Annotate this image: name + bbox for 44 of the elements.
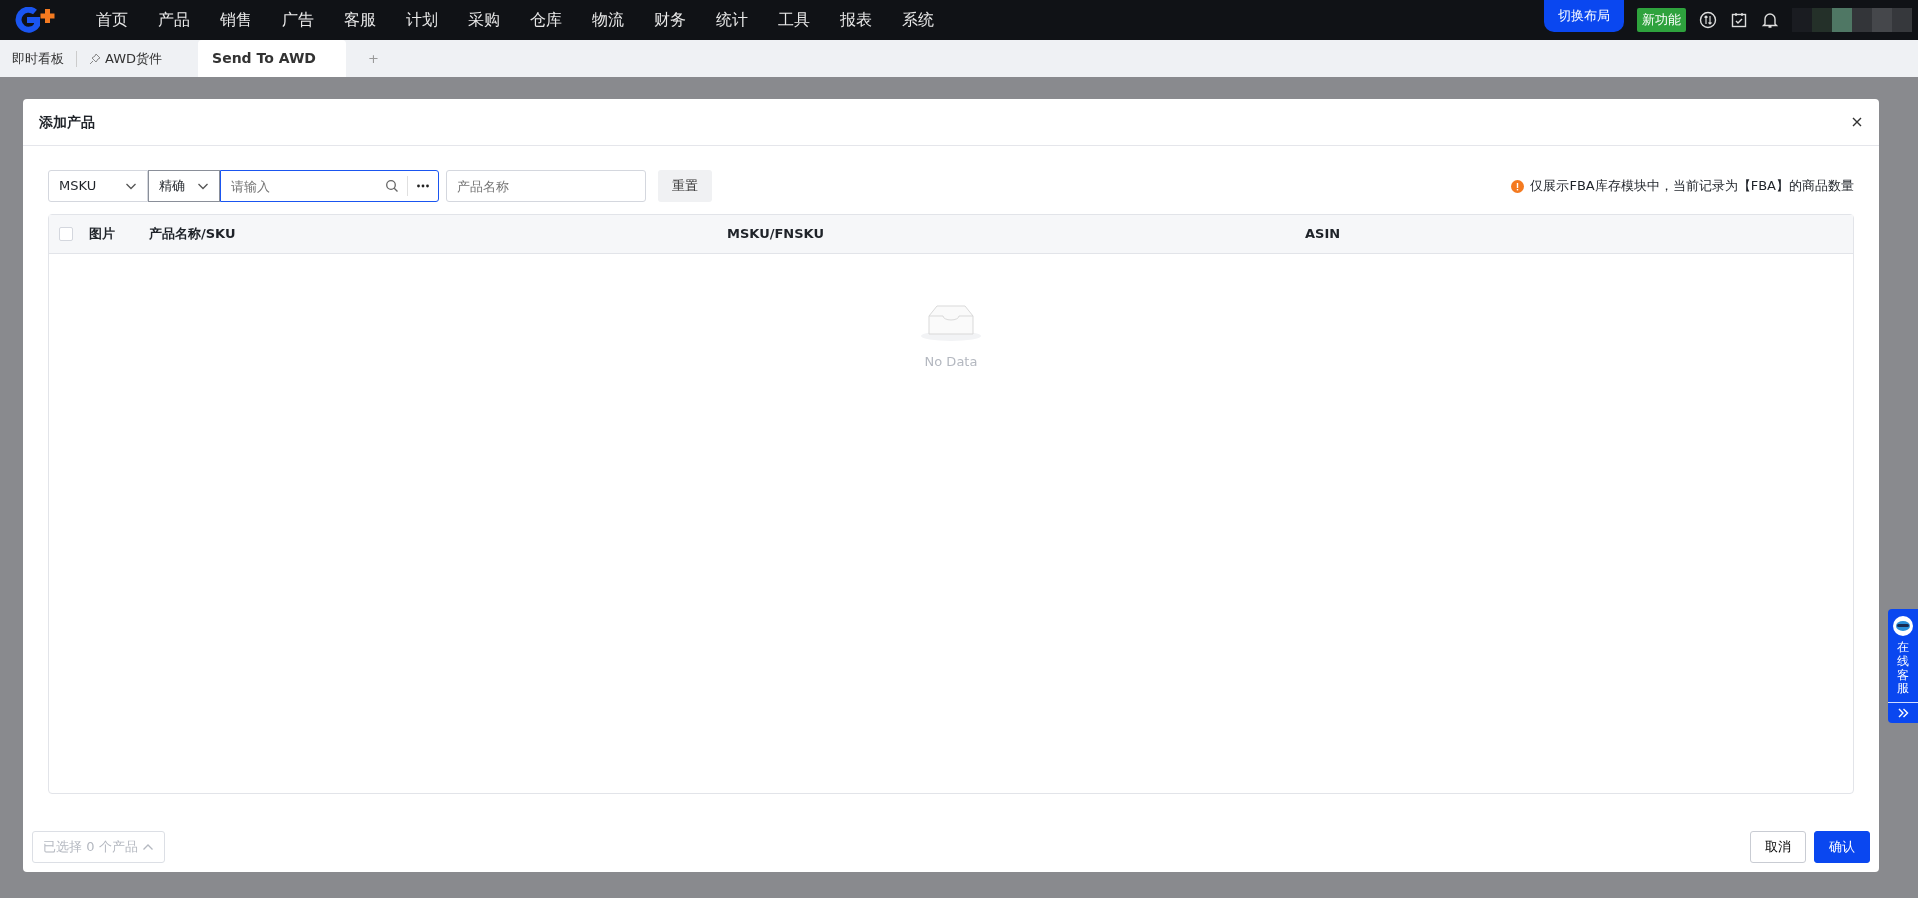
nav-menu-item[interactable]: 报表 xyxy=(840,8,872,32)
nav-menu-item[interactable]: 销售 xyxy=(220,8,252,32)
select-all-checkbox[interactable] xyxy=(59,227,73,241)
page-tab[interactable]: AWD货件 xyxy=(77,40,175,77)
support-label: 在线客服 xyxy=(1897,641,1909,697)
cancel-button[interactable]: 取消 xyxy=(1750,831,1806,863)
nav-menu-item[interactable]: 广告 xyxy=(282,8,314,32)
column-header: 图片 xyxy=(89,226,115,242)
nav-menu-item[interactable]: 财务 xyxy=(654,8,686,32)
close-icon[interactable] xyxy=(1851,116,1863,128)
support-widget[interactable]: 在线客服 xyxy=(1888,609,1918,724)
page-tab[interactable]: 即时看板 xyxy=(0,40,76,77)
nav-menu-item[interactable]: 物流 xyxy=(592,8,624,32)
search-field[interactable]: 请输入 xyxy=(220,170,439,202)
nav-menu-item[interactable]: 系统 xyxy=(902,8,934,32)
nav-menu-item[interactable]: 统计 xyxy=(716,8,748,32)
notice-text: 仅展示FBA库存模块中，当前记录为【FBA】的商品数量 xyxy=(1530,177,1854,196)
nav-menu-item[interactable]: 仓库 xyxy=(530,8,562,32)
empty-box-icon xyxy=(919,302,983,342)
column-header: ASIN xyxy=(1305,226,1341,242)
nav-menu-item[interactable]: 采购 xyxy=(468,8,500,32)
bell-icon[interactable] xyxy=(1760,11,1779,29)
select-field[interactable]: 精确 xyxy=(148,170,220,202)
dialog-title: 添加产品 xyxy=(39,112,95,132)
calendar-check-icon[interactable] xyxy=(1729,11,1748,29)
column-header: 产品名称/SKU xyxy=(149,226,236,242)
column-header: MSKU/FNSKU xyxy=(727,226,824,242)
search-icon xyxy=(385,179,399,193)
layout-switch-button[interactable]: 切换布局 xyxy=(1543,0,1624,32)
page-tab[interactable]: Send To AWD xyxy=(198,40,347,77)
nav-menu-item[interactable]: 工具 xyxy=(778,8,810,32)
nav-menu-item[interactable]: 首页 xyxy=(96,8,128,32)
nav-menu-item[interactable]: 客服 xyxy=(344,8,376,32)
nav-menu-item[interactable]: 产品 xyxy=(158,8,190,32)
pin-icon xyxy=(89,52,101,65)
product-name-field[interactable]: 产品名称 xyxy=(445,170,646,202)
empty-state-text: No Data xyxy=(924,353,978,371)
nav-menu-item[interactable]: 计划 xyxy=(406,8,438,32)
select-field[interactable]: MSKU xyxy=(48,170,148,202)
warning-icon xyxy=(1510,179,1524,193)
confirm-button[interactable]: 确认 xyxy=(1814,831,1870,863)
switch-icon[interactable] xyxy=(1698,11,1717,29)
double-chevron-right-icon[interactable] xyxy=(1897,707,1909,720)
reset-button[interactable]: 重置 xyxy=(657,170,712,202)
